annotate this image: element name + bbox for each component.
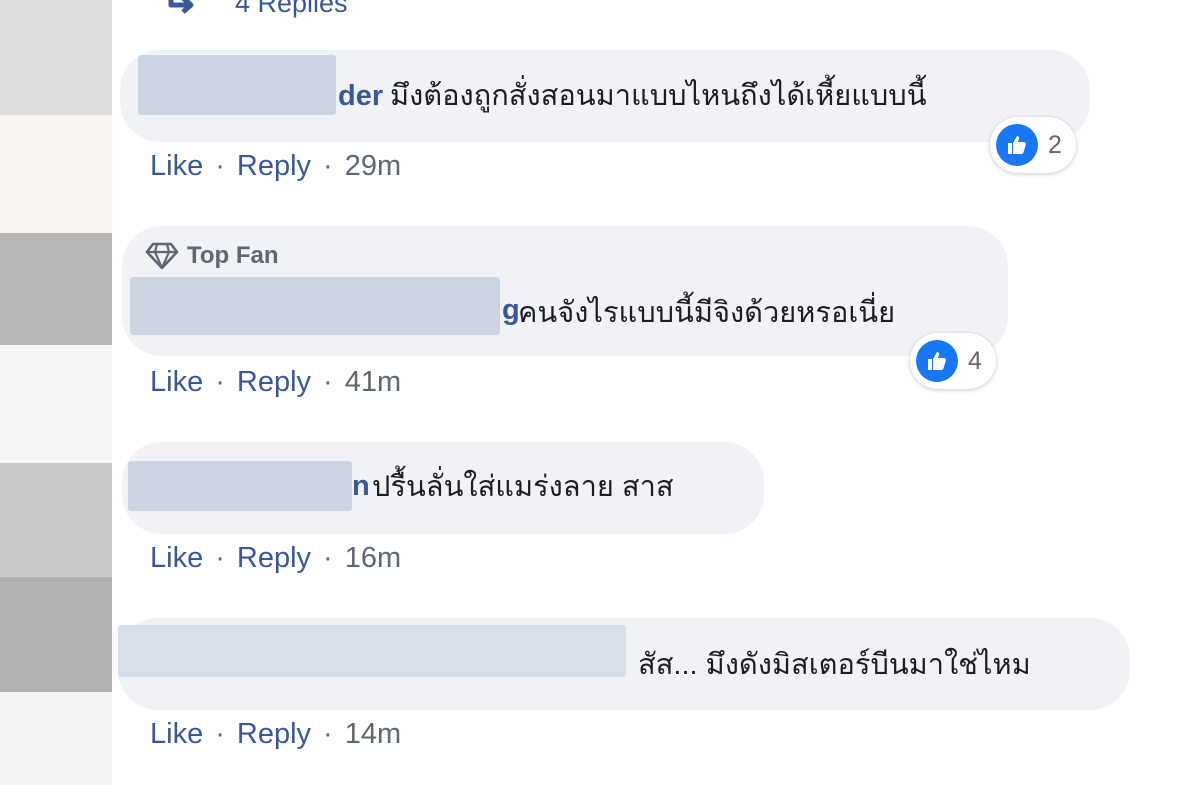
- author-name[interactable]: n: [352, 469, 370, 503]
- author-name-blurred[interactable]: [138, 55, 336, 115]
- avatar[interactable]: [0, 0, 112, 115]
- timestamp[interactable]: 16m: [345, 542, 401, 575]
- author-name[interactable]: der: [338, 79, 383, 113]
- comment-text: คนจังไรแบบนี้มีจิงด้วยหรอเนี่ย: [518, 297, 896, 329]
- avatar[interactable]: [0, 463, 112, 577]
- like-link[interactable]: Like: [150, 542, 203, 575]
- comment-actions: Like · Reply · 29m: [150, 150, 401, 183]
- separator: ·: [215, 542, 225, 574]
- avatar-column: [0, 0, 112, 785]
- comment-text: สัส... มึงดังมิสเตอร์บีนมาใช่ไหม: [638, 649, 1031, 681]
- reply-link[interactable]: Reply: [237, 718, 311, 751]
- timestamp[interactable]: 14m: [345, 718, 401, 751]
- reply-link[interactable]: Reply: [237, 366, 311, 399]
- avatar[interactable]: [0, 345, 112, 463]
- reaction-count: 2: [1048, 130, 1062, 159]
- timestamp[interactable]: 41m: [345, 366, 401, 399]
- author-name-blurred[interactable]: [128, 461, 352, 511]
- comment-actions: Like · Reply · 16m: [150, 542, 401, 575]
- comment-actions: Like · Reply · 41m: [150, 366, 401, 399]
- separator: ·: [323, 366, 333, 398]
- separator: ·: [215, 718, 225, 750]
- reply-link[interactable]: Reply: [237, 542, 311, 575]
- like-link[interactable]: Like: [150, 150, 203, 183]
- thumbs-up-icon: [916, 340, 958, 382]
- separator: ·: [215, 150, 225, 182]
- reaction-count-badge[interactable]: 2: [990, 117, 1076, 173]
- view-replies-link[interactable]: 4 Replies: [165, 0, 348, 20]
- top-fan-badge: Top Fan: [145, 242, 279, 270]
- reply-arrow-icon: [168, 0, 194, 14]
- avatar[interactable]: [0, 692, 112, 785]
- comment-text: มึงต้องถูกสั่งสอนมาแบบไหนถึงได้เหี้ยแบบน…: [390, 80, 927, 112]
- separator: ·: [323, 718, 333, 750]
- thumbs-up-icon: [996, 124, 1038, 166]
- comment-text: ปรื้นลั่นใส่แมร่งลาย สาส: [372, 471, 674, 503]
- diamond-icon: [145, 242, 179, 270]
- separator: ·: [215, 366, 225, 398]
- avatar[interactable]: [0, 115, 112, 233]
- like-link[interactable]: Like: [150, 366, 203, 399]
- author-name-blurred[interactable]: [118, 625, 626, 677]
- author-name-blurred[interactable]: [130, 277, 500, 335]
- separator: ·: [323, 150, 333, 182]
- timestamp[interactable]: 29m: [345, 150, 401, 183]
- like-link[interactable]: Like: [150, 718, 203, 751]
- separator: ·: [323, 542, 333, 574]
- reaction-count-badge[interactable]: 4: [910, 333, 996, 389]
- comment-actions: Like · Reply · 14m: [150, 718, 401, 751]
- avatar[interactable]: [0, 233, 112, 345]
- avatar[interactable]: [0, 577, 112, 692]
- reply-link[interactable]: Reply: [237, 150, 311, 183]
- reaction-count: 4: [968, 346, 982, 375]
- badge-label: Top Fan: [187, 242, 279, 269]
- replies-label: 4 Replies: [235, 0, 348, 18]
